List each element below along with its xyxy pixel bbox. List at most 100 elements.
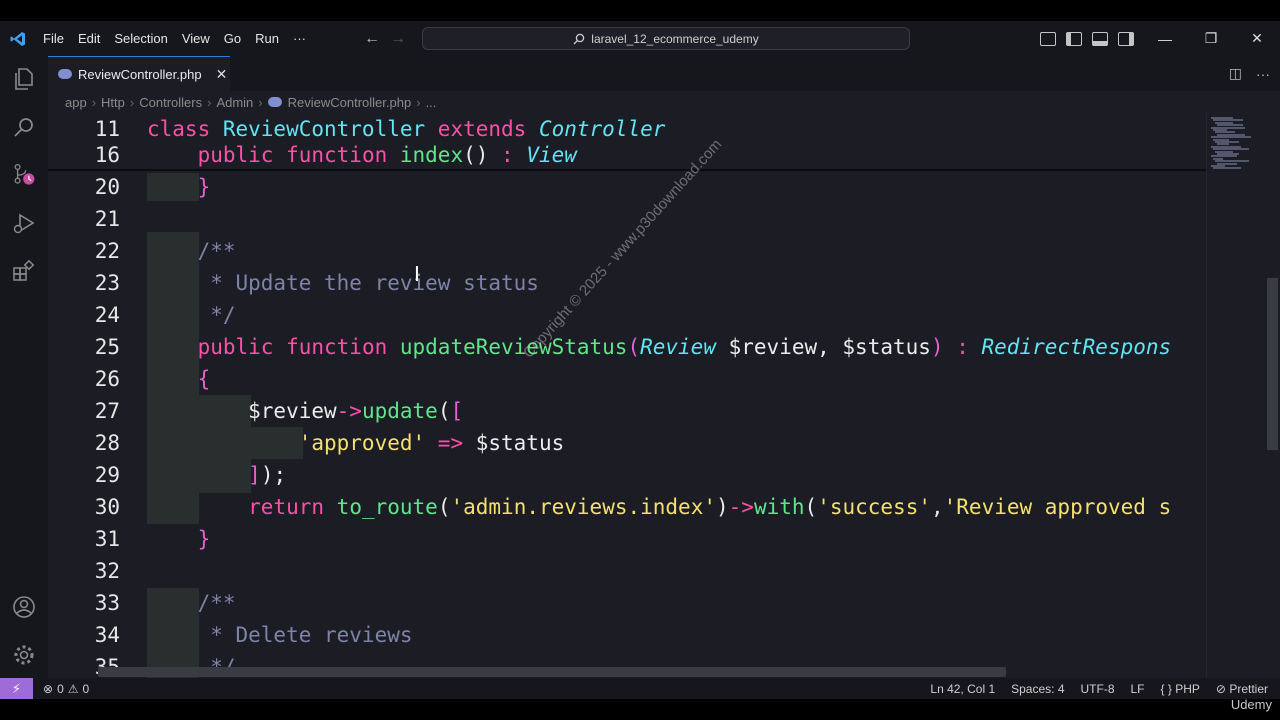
- breadcrumb-app[interactable]: app: [65, 95, 87, 110]
- manage-gear-icon[interactable]: [12, 643, 36, 667]
- horizontal-scrollbar[interactable]: [98, 667, 1006, 677]
- code-line[interactable]: 29 ]);: [48, 459, 1206, 491]
- code-text: 'approved' => $status: [147, 427, 565, 459]
- line-number: 20: [94, 175, 120, 199]
- breadcrumb-admin[interactable]: Admin: [216, 95, 253, 110]
- vscode-logo-icon: [0, 21, 36, 56]
- breadcrumb-controllers[interactable]: Controllers: [139, 95, 202, 110]
- code-text: return to_route('admin.reviews.index')->…: [147, 491, 1171, 523]
- code-line[interactable]: 32: [48, 555, 1206, 587]
- line-number: 32: [94, 559, 120, 583]
- php-file-icon: [267, 97, 282, 107]
- code-line[interactable]: 24 */: [48, 299, 1206, 331]
- customize-layout-icon[interactable]: [1040, 31, 1056, 46]
- code-token: [: [450, 399, 464, 423]
- breadcrumb: app › Http › Controllers › Admin › ReviewCon…: [48, 91, 1280, 113]
- menu-go[interactable]: Go: [217, 31, 248, 46]
- line-number: 28: [94, 431, 120, 455]
- toggle-panel-icon[interactable]: [1092, 31, 1108, 46]
- close-tab-icon[interactable]: ✕: [216, 66, 228, 83]
- toggle-secondary-sidebar-icon[interactable]: [1118, 31, 1134, 46]
- code-text: * Update the review status: [147, 267, 539, 299]
- encoding[interactable]: UTF-8: [1081, 682, 1115, 696]
- code-line[interactable]: 11 class ReviewController extends Control…: [48, 116, 1206, 142]
- chevron-right-icon: ›: [416, 94, 421, 110]
- title-bar: File Edit Selection View Go Run ··· ← → …: [0, 21, 1280, 56]
- code-token: * Update the review status: [147, 271, 539, 295]
- menu-more[interactable]: ···: [286, 31, 313, 46]
- code-text: /**: [147, 587, 236, 619]
- extensions-icon[interactable]: [12, 259, 36, 283]
- accounts-icon[interactable]: [12, 595, 36, 619]
- code-token: 'success': [817, 495, 931, 519]
- code-text: * Delete reviews: [147, 619, 412, 651]
- source-control-icon[interactable]: [12, 163, 36, 187]
- letterbox-top: [0, 0, 1280, 21]
- command-center-search[interactable]: laravel_12_ecommerce_udemy: [422, 27, 910, 50]
- code-token: index: [399, 143, 464, 167]
- explorer-icon[interactable]: [12, 67, 36, 91]
- menu-selection[interactable]: Selection: [107, 31, 174, 46]
- code-line[interactable]: 30 return to_route('admin.reviews.index'…: [48, 491, 1206, 523]
- code-token: ): [930, 335, 944, 359]
- code-token: 'approved': [298, 431, 426, 455]
- code-token: ReviewController: [222, 117, 438, 141]
- cursor-position[interactable]: Ln 42, Col 1: [930, 682, 995, 696]
- code-text: $review->update([: [147, 395, 463, 427]
- line-number: 34: [94, 623, 120, 647]
- code-line[interactable]: 23 * Update the review status: [48, 267, 1206, 299]
- back-arrow-icon[interactable]: ←: [364, 30, 380, 48]
- search-icon[interactable]: [12, 115, 36, 139]
- code-text: {: [147, 363, 211, 395]
- menu-view[interactable]: View: [175, 31, 217, 46]
- language-mode[interactable]: { } PHP: [1161, 682, 1200, 696]
- problems-indicator[interactable]: ⊗ 0 ⚠ 0: [43, 682, 89, 696]
- vertical-scrollbar-thumb[interactable]: [1267, 278, 1278, 450]
- menu-run[interactable]: Run: [248, 31, 286, 46]
- error-icon: ⊗: [43, 682, 54, 696]
- remote-indicator-icon[interactable]: ⚡: [0, 678, 33, 700]
- code-line[interactable]: 28 'approved' => $status: [48, 427, 1206, 459]
- code-line[interactable]: 26 {: [48, 363, 1206, 395]
- run-debug-icon[interactable]: [12, 211, 36, 235]
- restore-icon[interactable]: ❐: [1188, 30, 1234, 47]
- toggle-primary-sidebar-icon[interactable]: [1066, 31, 1082, 46]
- breadcrumb-file[interactable]: ReviewController.php: [288, 95, 412, 110]
- code-token: (: [437, 495, 451, 519]
- more-actions-icon[interactable]: ···: [1256, 66, 1270, 82]
- code-text: }: [147, 171, 211, 203]
- prettier-check-icon: ⊘: [1215, 682, 1226, 696]
- breadcrumb-symbol[interactable]: ...: [426, 95, 437, 110]
- code-token: :: [943, 335, 982, 359]
- forward-arrow-icon[interactable]: →: [390, 30, 406, 48]
- menu-edit[interactable]: Edit: [71, 31, 107, 46]
- close-icon[interactable]: ✕: [1234, 30, 1280, 47]
- code-line[interactable]: 33 /**: [48, 587, 1206, 619]
- code-line[interactable]: 34 * Delete reviews: [48, 619, 1206, 651]
- code-line[interactable]: 16 public function index() : View: [48, 142, 1206, 168]
- minimize-icon[interactable]: —: [1142, 31, 1188, 47]
- end-of-line[interactable]: LF: [1131, 682, 1145, 696]
- formatter-status[interactable]: ⊘ Prettier: [1216, 682, 1268, 696]
- letterbox-bottom: [0, 699, 1280, 720]
- tab-reviewcontroller[interactable]: ReviewController.php ✕: [48, 56, 230, 91]
- code-line[interactable]: 27 $review->update([: [48, 395, 1206, 427]
- code-text: class ReviewController extends Controlle…: [147, 116, 665, 142]
- code-line[interactable]: 25 public function updateReviewStatus(Re…: [48, 331, 1206, 363]
- code-text: /**: [147, 235, 236, 267]
- indentation[interactable]: Spaces: 4: [1011, 682, 1064, 696]
- menu-file[interactable]: File: [36, 31, 71, 46]
- code-line[interactable]: 31 }: [48, 523, 1206, 555]
- minimap[interactable]: [1206, 113, 1266, 678]
- code-line[interactable]: 20 }: [48, 171, 1206, 203]
- editor-actions: ◫ ···: [1229, 56, 1270, 91]
- split-editor-icon[interactable]: ◫: [1229, 65, 1242, 82]
- text-cursor-icon: I: [414, 262, 420, 286]
- breadcrumb-http[interactable]: Http: [101, 95, 125, 110]
- code-editor[interactable]: 11 class ReviewController extends Control…: [48, 113, 1206, 678]
- code-token: ]: [248, 463, 261, 487]
- chevron-right-icon: ›: [258, 94, 263, 110]
